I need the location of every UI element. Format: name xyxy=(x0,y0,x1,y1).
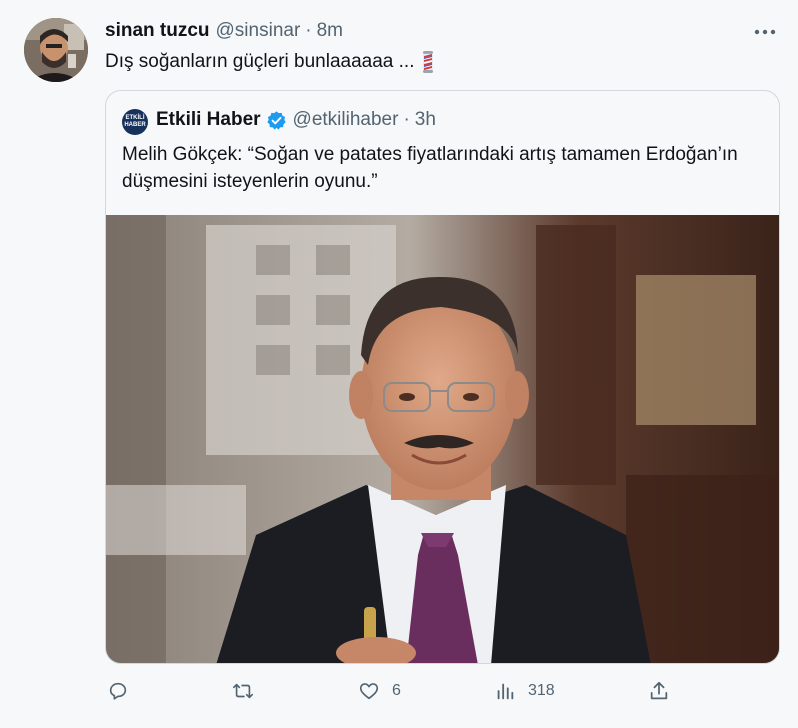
share-icon xyxy=(650,681,668,700)
quoted-author-handle[interactable]: @etkilihaber xyxy=(293,109,399,131)
retweet-icon xyxy=(233,683,253,699)
views-count: 318 xyxy=(528,682,555,699)
quoted-avatar-line1: ETKİLİ xyxy=(125,115,145,121)
reply-button[interactable] xyxy=(107,680,141,702)
more-icon xyxy=(754,29,776,35)
quoted-tweet-photo[interactable] xyxy=(106,215,779,663)
quoted-tweet-time[interactable]: 3h xyxy=(415,109,436,131)
barber-pole-icon xyxy=(423,51,434,73)
quoted-tweet-text: Melih Gökçek: “Soğan ve patates fiyatlar… xyxy=(122,144,738,192)
heart-icon xyxy=(359,683,379,700)
like-button[interactable]: 6 xyxy=(358,680,401,702)
quoted-avatar-line2: HABER xyxy=(124,122,146,128)
verified-badge-icon xyxy=(266,110,286,130)
avatar-image xyxy=(24,18,88,82)
quoted-tweet-header: Etkili Haber @etkilihaber · 3h xyxy=(156,109,436,131)
more-options-button[interactable] xyxy=(752,22,778,42)
tweet-text: Dış soğanların güçleri bunlaaaaaa ... xyxy=(105,51,415,72)
retweet-button[interactable] xyxy=(232,680,266,702)
quoted-author-name[interactable]: Etkili Haber xyxy=(156,109,261,131)
views-icon xyxy=(497,683,514,700)
quoted-separator-dot: · xyxy=(403,109,410,130)
portrait-photo xyxy=(106,215,779,663)
reply-icon xyxy=(109,682,127,700)
tweet[interactable]: sinan tuzcu @sinsinar · 8m Dış soğanları… xyxy=(0,0,798,728)
views-button[interactable]: 318 xyxy=(494,680,555,702)
quoted-author-avatar[interactable]: ETKİLİ HABER xyxy=(122,109,148,135)
quoted-tweet[interactable]: ETKİLİ HABER Etkili Haber @etkilihaber ·… xyxy=(105,90,780,664)
author-name[interactable]: sinan tuzcu xyxy=(105,20,210,42)
tweet-text-container: Dış soğanların güçleri bunlaaaaaa ... xyxy=(105,50,434,74)
tweet-actions-bar: 6 318 xyxy=(0,680,798,708)
tweet-time[interactable]: 8m xyxy=(317,20,343,42)
tweet-header: sinan tuzcu @sinsinar · 8m xyxy=(105,20,343,42)
author-handle[interactable]: @sinsinar xyxy=(216,20,301,42)
author-avatar[interactable] xyxy=(24,18,88,82)
share-button[interactable] xyxy=(648,680,682,702)
separator-dot: · xyxy=(305,20,312,41)
like-count: 6 xyxy=(392,682,401,699)
